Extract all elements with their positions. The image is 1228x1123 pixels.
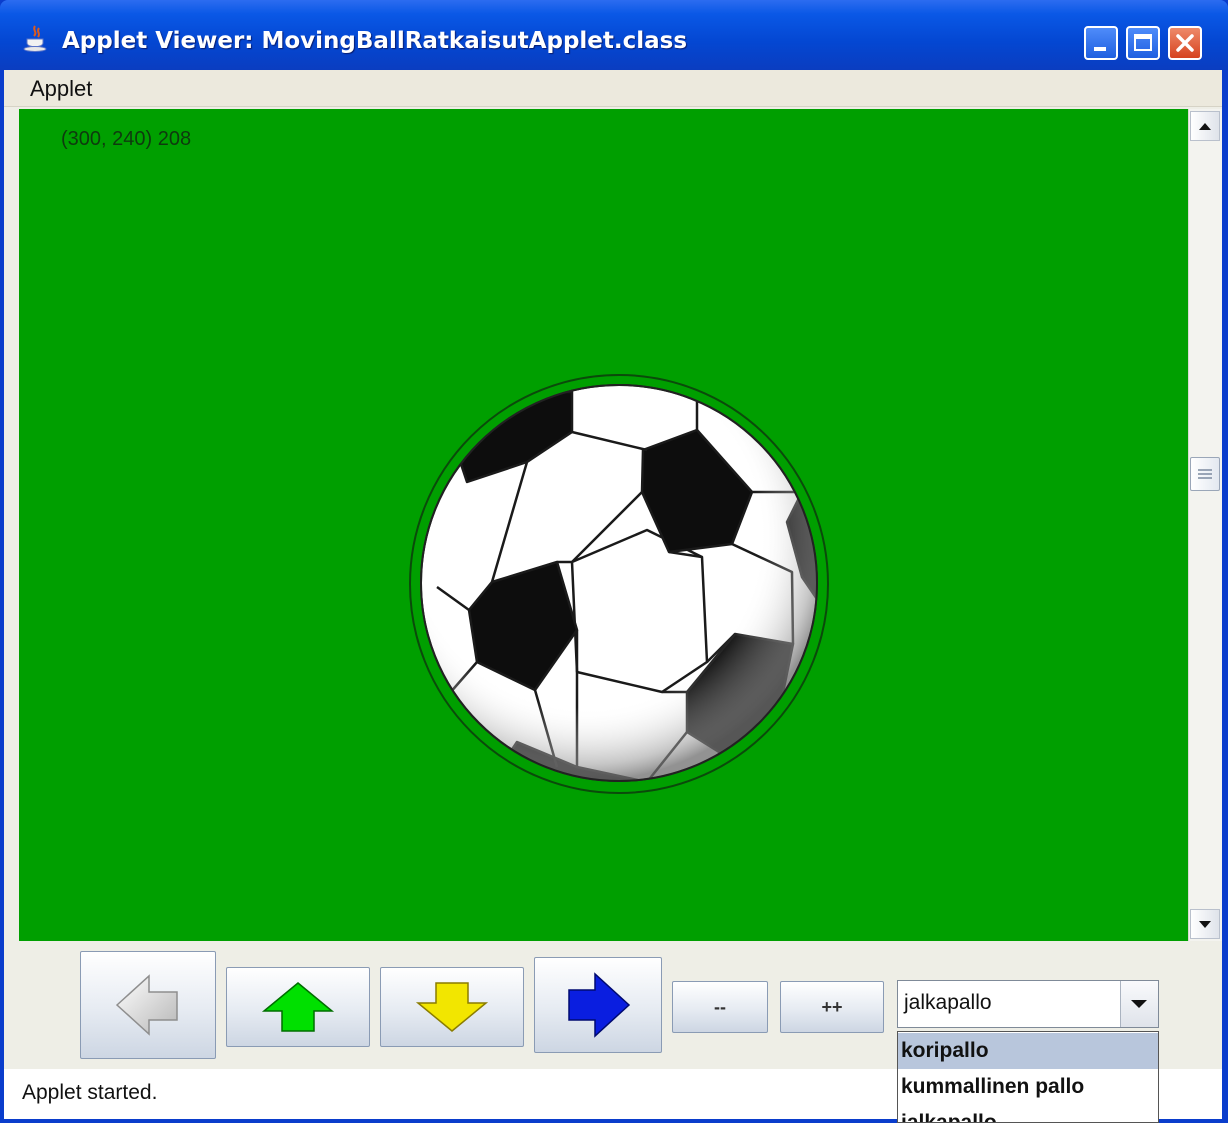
java-cup-icon xyxy=(23,25,47,52)
decrease-button[interactable]: -- xyxy=(672,981,768,1033)
ball-type-selected: jalkapallo xyxy=(904,991,992,1014)
menu-applet[interactable]: Applet xyxy=(30,76,92,102)
grip-icon xyxy=(1198,469,1212,479)
scroll-down-button[interactable] xyxy=(1190,909,1220,939)
arrow-right-icon xyxy=(568,972,631,1038)
close-button[interactable] xyxy=(1168,26,1202,60)
move-right-button[interactable] xyxy=(534,957,662,1053)
dropdown-option[interactable]: kummallinen pallo xyxy=(898,1069,1158,1105)
status-text: Applet started. xyxy=(22,1081,158,1104)
scroll-up-button[interactable] xyxy=(1190,111,1220,141)
minimize-button[interactable] xyxy=(1084,26,1118,60)
move-up-button[interactable] xyxy=(226,967,370,1047)
move-left-button[interactable] xyxy=(80,951,216,1059)
close-icon xyxy=(1176,34,1194,52)
title-bar[interactable]: Applet Viewer: MovingBallRatkaisutApplet… xyxy=(0,0,1228,70)
soccer-ball xyxy=(409,374,829,794)
dropdown-option[interactable]: koripallo xyxy=(898,1033,1158,1069)
maximize-button[interactable] xyxy=(1126,26,1160,60)
ball-type-select[interactable]: jalkapallo xyxy=(897,980,1159,1028)
combo-dropdown-button[interactable] xyxy=(1120,981,1158,1027)
applet-canvas[interactable]: (300, 240) 208 xyxy=(19,109,1189,941)
menu-bar: Applet xyxy=(4,70,1222,107)
window-title: Applet Viewer: MovingBallRatkaisutApplet… xyxy=(62,28,688,54)
applet-viewer-window: Applet Viewer: MovingBallRatkaisutApplet… xyxy=(0,0,1228,1123)
arrow-up-icon xyxy=(261,982,335,1032)
increase-button[interactable]: ++ xyxy=(780,981,884,1033)
vertical-scrollbar[interactable] xyxy=(1188,109,1222,941)
maximize-icon xyxy=(1134,34,1152,51)
client-area: Applet (300, 240) 208 -- ++ jalkapallo A… xyxy=(4,70,1222,1119)
ball-type-dropdown-list[interactable]: koripallo kummallinen pallo jalkapallo xyxy=(897,1031,1159,1123)
scrollbar-thumb[interactable] xyxy=(1190,457,1220,491)
arrow-left-icon xyxy=(115,974,178,1036)
move-down-button[interactable] xyxy=(380,967,524,1047)
chevron-down-icon xyxy=(1131,1000,1147,1008)
triangle-up-icon xyxy=(1199,123,1211,130)
position-readout: (300, 240) 208 xyxy=(61,128,192,150)
minimize-icon xyxy=(1094,47,1106,51)
dropdown-option[interactable]: jalkapallo xyxy=(898,1105,1158,1122)
triangle-down-icon xyxy=(1199,921,1211,928)
arrow-down-icon xyxy=(415,982,489,1032)
